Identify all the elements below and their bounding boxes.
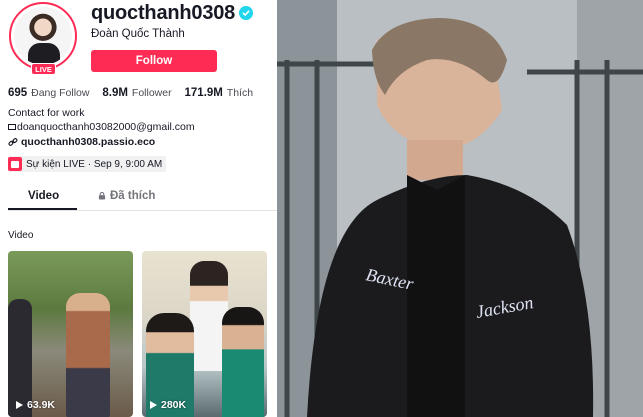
bio-email: doanquocthanh03082000@gmail.com: [17, 120, 195, 133]
follower-label: Follower: [131, 87, 172, 99]
view-count: 63.9K: [16, 399, 55, 411]
nickname: Đoàn Quốc Thành: [91, 28, 185, 40]
profile-photo: Baxter Jackson: [277, 0, 643, 417]
tab-videos[interactable]: Video: [28, 190, 59, 202]
thumbnail-figure: [222, 307, 264, 417]
profile-panel: LIVE quocthanh0308 Đoàn Quốc Thành Follo…: [0, 0, 277, 417]
follower-count[interactable]: 8.9M: [102, 87, 128, 99]
play-icon: [150, 401, 157, 409]
profile-link[interactable]: quocthanh0308.passio.eco: [8, 136, 155, 148]
verified-badge-icon: [239, 6, 253, 20]
live-badge: LIVE: [31, 63, 56, 75]
likes-label: Thích: [226, 87, 254, 99]
view-count: 280K: [150, 399, 186, 411]
profile-tabs: Video Đã thích: [8, 186, 277, 211]
active-tab-indicator: [8, 208, 77, 210]
link-icon: [8, 138, 18, 146]
thumbnail-figure: [66, 293, 110, 417]
tab-liked-label: Đã thích: [110, 190, 156, 202]
bio-line: Contact for work: [8, 107, 85, 119]
video-thumbnail[interactable]: 63.9K: [8, 251, 133, 417]
live-event-text: Sự kiện LIVE · Sep 9, 9:00 AM: [26, 158, 163, 170]
view-count-text: 63.9K: [27, 399, 56, 411]
portrait-illustration: Baxter Jackson: [277, 0, 643, 417]
avatar-image: [14, 7, 72, 65]
profile-stats: 695 Đang Follow 8.9M Follower 171.9M Thí…: [8, 87, 263, 99]
tab-liked[interactable]: Đã thích: [98, 190, 155, 202]
likes-count: 171.9M: [184, 87, 223, 99]
play-icon: [16, 401, 23, 409]
following-count[interactable]: 695: [8, 87, 27, 99]
view-count-text: 280K: [161, 399, 187, 411]
profile-link-text[interactable]: quocthanh0308.passio.eco: [21, 136, 155, 148]
envelope-icon: [8, 124, 16, 131]
bio-email-row: doanquocthanh03082000@gmail.com: [8, 121, 195, 135]
avatar[interactable]: LIVE: [9, 2, 77, 75]
following-label: Đang Follow: [31, 87, 90, 99]
video-thumbnail[interactable]: 280K: [142, 251, 267, 417]
video-section-label: Video: [8, 230, 34, 241]
bio: Contact for work doanquocthanh03082000@g…: [8, 107, 195, 134]
username: quocthanh0308: [91, 2, 236, 24]
lock-icon: [98, 192, 106, 200]
avatar-ring: [9, 2, 77, 70]
calendar-icon: [8, 157, 22, 171]
live-event[interactable]: Sự kiện LIVE · Sep 9, 9:00 AM: [8, 156, 167, 172]
follow-button[interactable]: Follow: [91, 50, 217, 72]
